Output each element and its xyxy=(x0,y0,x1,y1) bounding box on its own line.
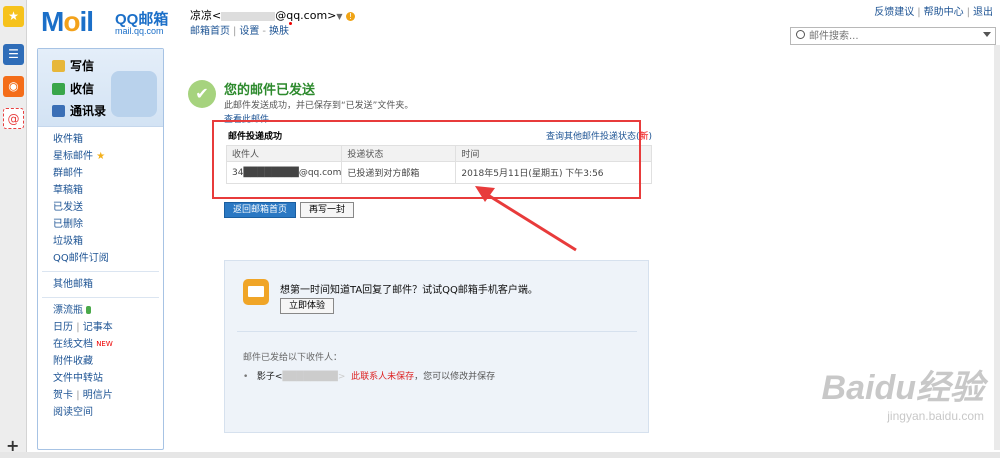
folder-list: 收件箱 星标邮件 ★ 群邮件 草稿箱 已发送 已删除 垃圾箱 QQ邮件订阅 xyxy=(38,127,163,267)
try-now-button[interactable]: 立即体验 xyxy=(280,298,335,314)
success-subtitle: 此邮件发送成功，并已保存到“已发送”文件夹。 xyxy=(224,101,414,111)
sidebar-item-drafts[interactable]: 草稿箱 xyxy=(38,182,163,199)
divider xyxy=(42,297,159,298)
sidebar-item-calendar[interactable]: 日历 | 记事本 xyxy=(38,319,163,336)
app-rail: ★ ☰ ◉ @ + xyxy=(0,0,27,458)
sidebar-item-starred[interactable]: 星标邮件 ★ xyxy=(38,148,163,165)
sent-to-label: 邮件已发给以下收件人： xyxy=(243,353,343,363)
sidebar-item-drift-bottle[interactable]: 漂流瓶 xyxy=(38,302,163,319)
sidebar-item-sent[interactable]: 已发送 xyxy=(38,199,163,216)
postcards-link[interactable]: 明信片 xyxy=(83,390,113,401)
download-icon xyxy=(52,83,65,95)
sidebar-item-inbox[interactable]: 收件箱 xyxy=(38,131,163,148)
weibo-icon[interactable]: ◉ xyxy=(3,76,24,97)
search-input[interactable] xyxy=(809,29,979,43)
right-links: 反馈建议 | 帮助中心 | 退出 xyxy=(874,7,993,18)
sidebar-item-other-mailboxes[interactable]: 其他邮箱 xyxy=(38,276,163,293)
feedback-link[interactable]: 反馈建议 xyxy=(874,7,914,18)
logo-domain: mail.qq.com xyxy=(115,26,164,36)
action-buttons: 返回邮箱首页 再写一封 xyxy=(224,202,358,218)
sidebar-item-file-transfer[interactable]: 文件中转站 xyxy=(38,370,163,387)
write-button[interactable]: 写信 xyxy=(52,57,94,74)
help-link[interactable]: 帮助中心 xyxy=(924,7,964,18)
layout-icon[interactable]: ☰ xyxy=(3,44,24,65)
page-title: 您的邮件已发送 xyxy=(224,83,316,98)
top-links: 邮箱首页 | 设置 - 换肤 xyxy=(190,22,292,37)
star-icon: ★ xyxy=(96,151,106,162)
notification-dot xyxy=(288,22,292,25)
recipient-item: • 影子<████████> 此联系人未保存，您可以修改并保存 xyxy=(243,372,496,382)
mailbox-home-link[interactable]: 邮箱首页 xyxy=(190,26,230,37)
sidebar-item-reading[interactable]: 阅读空间 xyxy=(38,404,163,421)
new-badge: NEW xyxy=(96,340,113,348)
header: Moil QQ邮箱 mail.qq.com 凉凉< @qq.com>▼ ! 邮箱首… xyxy=(27,0,1000,45)
divider xyxy=(42,271,159,272)
star-icon[interactable]: ★ xyxy=(3,6,24,27)
notes-link[interactable]: 记事本 xyxy=(83,322,113,333)
inbox-button[interactable]: 收信 xyxy=(52,80,94,97)
chevron-down-icon[interactable]: ▼ xyxy=(336,12,342,21)
watermark: Baidu经验 jingyan.baidu.com xyxy=(821,369,984,423)
sidebar-item-deleted[interactable]: 已删除 xyxy=(38,216,163,233)
sidebar-item-group[interactable]: 群邮件 xyxy=(38,165,163,182)
sidebar-item-cards[interactable]: 贺卡 | 明信片 xyxy=(38,387,163,404)
sidebar-item-subscriptions[interactable]: QQ邮件订阅 xyxy=(38,250,163,267)
bottle-icon xyxy=(86,306,92,314)
warning-icon[interactable]: ! xyxy=(346,11,356,21)
mail-search[interactable] xyxy=(790,27,996,45)
settings-link[interactable]: 设置 xyxy=(239,26,259,37)
divider xyxy=(237,331,637,332)
skin-link[interactable]: 换肤 xyxy=(269,26,289,37)
logo[interactable]: Moil QQ邮箱 mail.qq.com xyxy=(41,6,168,38)
back-to-home-button[interactable]: 返回邮箱首页 xyxy=(224,202,297,218)
sidebar-item-docs[interactable]: 在线文档 NEW xyxy=(38,336,163,353)
contacts-button[interactable]: 通讯录 xyxy=(52,102,106,119)
save-contact-link[interactable]: 此联系人未保存 xyxy=(351,372,414,382)
logout-link[interactable]: 退出 xyxy=(973,7,993,18)
promo-panel: 想第一时间知道TA回复了邮件？试试QQ邮箱手机客户端。 立即体验 邮件已发给以下… xyxy=(224,260,649,433)
check-icon: ✔ xyxy=(188,80,216,108)
sidebar-item-spam[interactable]: 垃圾箱 xyxy=(38,233,163,250)
sidebar-primary: 写信 收信 通讯录 xyxy=(38,49,163,127)
mascot-decoration xyxy=(111,71,157,117)
account-name[interactable]: 凉凉< @qq.com>▼ ! xyxy=(190,7,356,23)
pencil-icon xyxy=(52,60,65,72)
write-another-button[interactable]: 再写一封 xyxy=(300,202,355,218)
search-icon xyxy=(796,30,805,39)
sidebar: 写信 收信 通讯录 收件箱 星标邮件 ★ 群邮件 草稿箱 已发送 已删除 垃圾箱… xyxy=(37,48,164,450)
red-arrow-annotation xyxy=(475,186,577,252)
mail-app-icon xyxy=(243,279,269,305)
scrollbar[interactable] xyxy=(994,45,1000,450)
contacts-icon xyxy=(52,105,65,117)
sidebar-item-attachments[interactable]: 附件收藏 xyxy=(38,353,163,370)
search-dropdown-icon[interactable] xyxy=(983,32,991,37)
promo-text: 想第一时间知道TA回复了邮件？试试QQ邮箱手机客户端。 xyxy=(280,285,538,296)
mail-at-icon[interactable]: @ xyxy=(3,108,24,129)
bottom-bar xyxy=(0,452,1000,458)
